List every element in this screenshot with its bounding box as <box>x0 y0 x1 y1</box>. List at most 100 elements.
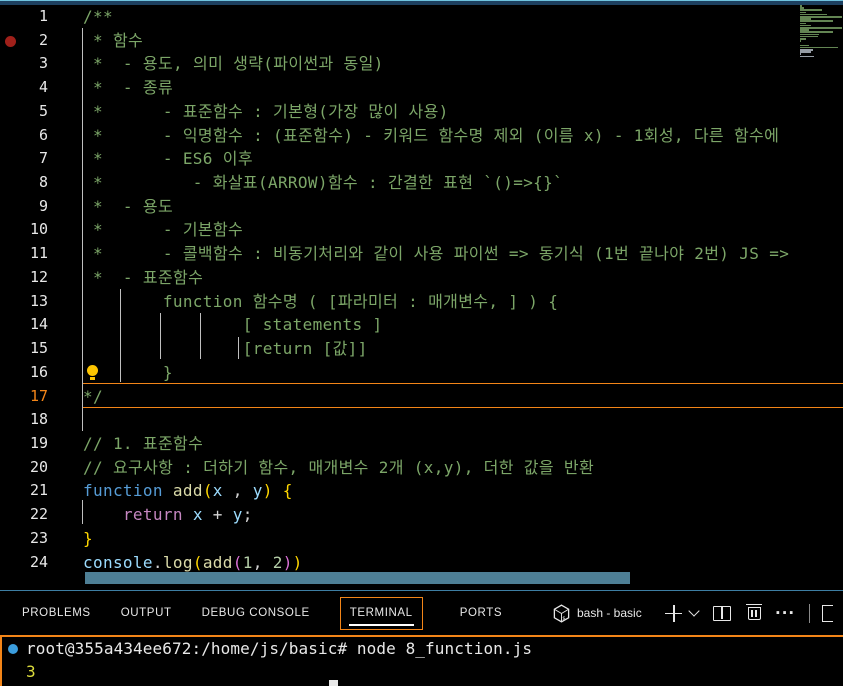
code-text: * - 표준함수 : 기본형(가장 많이 사용) <box>83 101 449 121</box>
panel-tab-debug-console[interactable]: DEBUG CONSOLE <box>202 597 310 630</box>
code-line[interactable]: 3 * - 용도, 의미 생략(파이썬과 동일) <box>0 52 843 76</box>
line-number[interactable]: 19 <box>0 432 48 456</box>
code-line[interactable]: 19 // 1. 표준함수 <box>0 432 843 456</box>
line-number[interactable]: 10 <box>0 218 48 242</box>
actions-divider <box>809 603 811 623</box>
line-number[interactable]: 3 <box>0 52 48 76</box>
breakpoint-icon[interactable] <box>5 35 16 47</box>
code-line[interactable]: 11 * - 콜백함수 : 비동기처리와 같이 사용 파이썬 => 동기식 (1… <box>0 242 843 266</box>
code-line[interactable]: 16 } <box>0 361 843 385</box>
terminal-command-line: root@355a434ee672:/home/js/basic# node 8… <box>2 637 843 660</box>
panel-tab-output[interactable]: OUTPUT <box>121 597 172 630</box>
code-line[interactable]: 10 * - 기본함수 <box>0 218 843 242</box>
code-line[interactable]: 21 function add(x , y) { <box>0 479 843 503</box>
panel-tab-ports[interactable]: PORTS <box>460 597 502 630</box>
line-number[interactable]: 8 <box>0 171 48 195</box>
vscode-window: 1 /** 2 * 함수 3 * - 용도, 의미 생략(파이썬과 동일) 4 * - … <box>0 0 843 686</box>
code-line[interactable]: 9 * - 용도 <box>0 195 843 219</box>
indent-guide <box>120 289 121 382</box>
code-line[interactable]: 17 */ <box>0 385 843 409</box>
line-number[interactable]: 16 <box>0 361 48 385</box>
code-text: * - 표준함수 <box>83 267 204 287</box>
line-number[interactable]: 13 <box>0 290 48 314</box>
code-line[interactable]: 4 * - 종류 <box>0 76 843 100</box>
code-text: /** <box>83 7 113 26</box>
line-number[interactable]: 5 <box>0 100 48 124</box>
terminal-actions: $ bash - basic ··· <box>552 591 834 635</box>
line-number[interactable]: 21 <box>0 479 48 503</box>
line-number[interactable]: 24 <box>0 551 48 575</box>
line-number[interactable]: 4 <box>0 76 48 100</box>
horizontal-scrollbar[interactable] <box>85 572 630 584</box>
code-line[interactable]: 15 [return [값]] <box>0 337 843 361</box>
line-number[interactable]: 15 <box>0 337 48 361</box>
code-text: function 함수명 ( [파라미터 : 매개변수, ] ) { <box>83 291 559 311</box>
indent-guide <box>160 313 161 359</box>
indent-guide <box>82 500 83 524</box>
code-line[interactable]: 7 * - ES6 이후 <box>0 147 843 171</box>
code-line[interactable]: 18 <box>0 408 843 432</box>
code-line[interactable]: 24 console.log(add(1, 2)) <box>0 551 843 575</box>
minimap[interactable] <box>798 5 843 59</box>
indent-guide <box>238 337 239 359</box>
split-terminal-icon[interactable] <box>713 605 731 621</box>
line-number[interactable]: 18 <box>0 408 48 432</box>
code-line[interactable]: 22 return x + y; <box>0 503 843 527</box>
code-text: * - 익명함수 : (표준함수) - 키워드 함수명 제외 (이름 x) - … <box>83 125 780 145</box>
terminal-cursor <box>329 680 338 686</box>
svg-text:$: $ <box>562 615 565 621</box>
code-line[interactable]: 2 * 함수 <box>0 29 843 53</box>
panel-tab-terminal[interactable]: TERMINAL <box>339 596 423 630</box>
line-number[interactable]: 23 <box>0 527 48 551</box>
code-text: return x + y; <box>122 505 253 525</box>
kill-terminal-icon[interactable] <box>746 603 762 620</box>
line-number[interactable]: 12 <box>0 266 48 290</box>
line-number[interactable]: 17 <box>0 385 48 409</box>
code-text: * - 종류 <box>83 78 174 98</box>
terminal-pane[interactable]: root@355a434ee672:/home/js/basic# node 8… <box>0 635 843 686</box>
code-line[interactable]: 13 function 함수명 ( [파라미터 : 매개변수, ] ) { <box>0 290 843 314</box>
lightbulb-icon[interactable] <box>87 364 98 380</box>
current-line-border <box>83 383 843 385</box>
terminal-instance-label[interactable]: bash - basic <box>577 606 649 620</box>
terminal-profile-chevron-icon[interactable] <box>688 605 700 617</box>
code-line[interactable]: 1 /** <box>0 5 843 29</box>
code-line[interactable]: 23} <box>0 527 843 551</box>
line-number[interactable]: 9 <box>0 195 48 219</box>
new-terminal-icon[interactable] <box>665 604 682 622</box>
code-text: function add(x , y) { <box>83 481 293 501</box>
line-number[interactable]: 7 <box>0 147 48 171</box>
code-line[interactable]: 14 [ statements ] <box>0 313 843 337</box>
code-line[interactable]: 5 * - 표준함수 : 기본형(가장 많이 사용) <box>0 100 843 124</box>
panel-tab-problems[interactable]: PROBLEMS <box>22 597 91 630</box>
indent-guide <box>200 313 201 359</box>
bash-terminal-icon: $ <box>553 603 570 623</box>
code-text: [return [값]] <box>83 339 368 359</box>
maximize-panel-icon[interactable] <box>822 604 834 622</box>
line-number[interactable]: 20 <box>0 456 48 480</box>
line-number[interactable]: 6 <box>0 124 48 148</box>
line-number[interactable]: 11 <box>0 242 48 266</box>
indent-guide <box>82 28 83 431</box>
terminal-output-line: 3 <box>26 662 36 681</box>
code-line[interactable]: 8 * - 화살표(ARROW)함수 : 간결한 표현 `()=>{}` <box>0 171 843 195</box>
code-text: * 함수 <box>83 30 144 50</box>
code-text: * - 기본함수 <box>83 220 244 240</box>
command-decoration-icon[interactable] <box>8 644 18 654</box>
code-editor[interactable]: 1 /** 2 * 함수 3 * - 용도, 의미 생략(파이썬과 동일) 4 * - … <box>0 5 843 577</box>
code-text: */ <box>83 386 103 406</box>
code-line[interactable]: 12 * - 표준함수 <box>0 266 843 290</box>
code-line[interactable]: 6 * - 익명함수 : (표준함수) - 키워드 함수명 제외 (이름 x) … <box>0 124 843 148</box>
code-line[interactable]: 20 // 요구사항 : 더하기 함수, 매개변수 2개 (x,y), 더한 값을… <box>0 456 843 480</box>
code-text: console.log(add(1, 2)) <box>83 552 303 572</box>
line-number[interactable]: 1 <box>0 5 48 29</box>
current-line-border <box>83 407 843 409</box>
code-text: * - 용도 <box>83 196 174 216</box>
code-text: } <box>83 528 93 548</box>
more-actions-icon[interactable]: ··· <box>775 605 795 621</box>
code-text: * - 콜백함수 : 비동기처리와 같이 사용 파이썬 => 동기식 (1번 끝… <box>83 244 790 264</box>
line-number[interactable]: 14 <box>0 313 48 337</box>
code-text: * - 화살표(ARROW)함수 : 간결한 표현 `()=>{}` <box>83 173 564 193</box>
code-text: [ statements ] <box>83 315 383 335</box>
line-number[interactable]: 22 <box>0 503 48 527</box>
